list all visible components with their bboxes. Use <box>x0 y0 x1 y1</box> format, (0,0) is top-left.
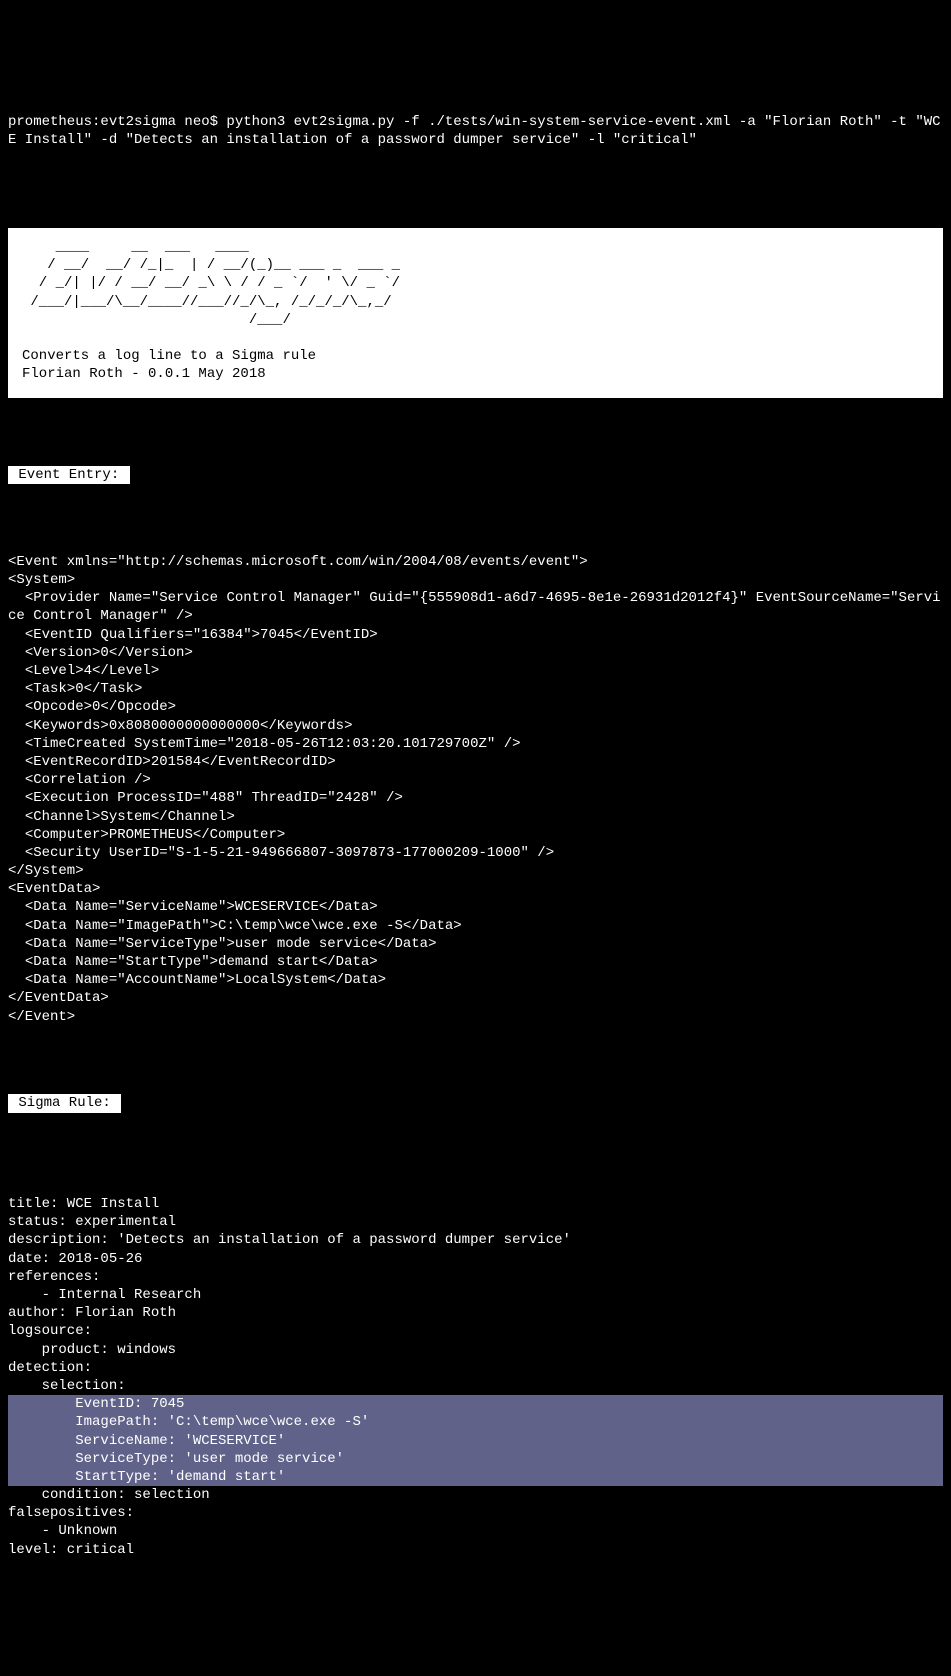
command-line: prometheus:evt2sigma neo$ python3 evt2si… <box>8 113 943 149</box>
yaml-post-selection: condition: selection falsepositives: - U… <box>8 1487 210 1558</box>
sigma-yaml-output: title: WCE Install status: experimental … <box>8 1195 943 1559</box>
yaml-selection-highlight: EventID: 7045 ImagePath: 'C:\temp\wce\wc… <box>8 1395 943 1486</box>
yaml-pre-selection: title: WCE Install status: experimental … <box>8 1196 571 1394</box>
sigma-rule-label: Sigma Rule: <box>8 1094 121 1112</box>
event-entry-label: Event Entry: <box>8 466 130 484</box>
terminal-window[interactable]: prometheus:evt2sigma neo$ python3 evt2si… <box>0 73 951 1585</box>
ascii-logo: ____ __ ___ ____ / __/ __/ /_|_ | / __/(… <box>22 239 400 328</box>
event-xml-output: <Event xmlns="http://schemas.microsoft.c… <box>8 553 943 1026</box>
byline: Florian Roth - 0.0.1 May 2018 <box>22 366 266 382</box>
program-banner: ____ __ ___ ____ / __/ __/ /_|_ | / __/(… <box>8 228 943 398</box>
tagline: Converts a log line to a Sigma rule <box>22 348 316 364</box>
